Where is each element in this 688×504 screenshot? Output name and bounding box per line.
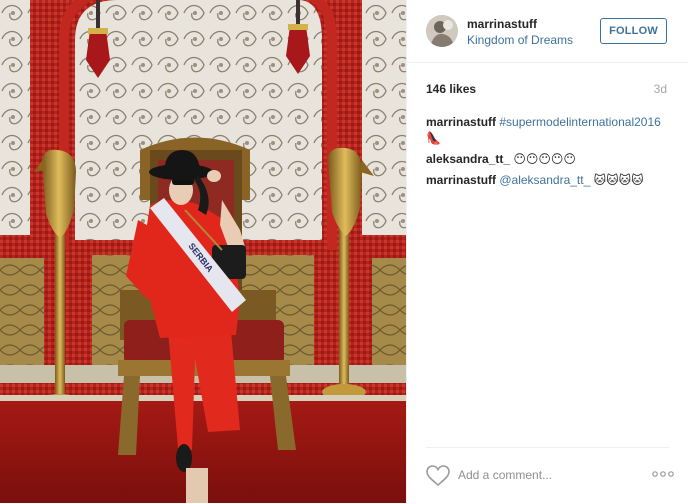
comment-hashtag[interactable]: #supermodelinternational2016	[499, 115, 660, 129]
ellipsis-icon[interactable]	[651, 467, 675, 481]
post-photo[interactable]: SERBIA	[0, 0, 406, 503]
photo-illustration: SERBIA	[0, 0, 406, 503]
comment-list: marrinastuff #supermodelinternational201…	[426, 114, 676, 193]
comment-text: 😶😶😶😶😶	[513, 152, 576, 166]
comment-text: 🐱🐱🐱🐱	[593, 173, 644, 187]
post-timestamp[interactable]: 3d	[654, 82, 667, 96]
comment-username[interactable]: marrinastuff	[426, 173, 496, 187]
comment-mention[interactable]: @aleksandra_tt_	[499, 173, 590, 187]
avatar[interactable]	[426, 15, 458, 47]
comment-username[interactable]: aleksandra_tt_	[426, 152, 510, 166]
post-location[interactable]: Kingdom of Dreams	[467, 33, 573, 47]
comment-item: aleksandra_tt_ 😶😶😶😶😶	[426, 151, 676, 167]
comment-bar	[426, 447, 674, 504]
follow-button[interactable]: FOLLOW	[600, 18, 667, 44]
post-details-panel: marrinastuff Kingdom of Dreams FOLLOW 14…	[406, 0, 688, 503]
post-username[interactable]: marrinastuff	[467, 17, 537, 31]
heart-icon[interactable]	[426, 465, 450, 487]
post-meta: 146 likes 3d	[426, 82, 667, 96]
comment-username[interactable]: marrinastuff	[426, 115, 496, 129]
likes-count[interactable]: 146 likes	[426, 82, 476, 96]
comment-item: marrinastuff @aleksandra_tt_ 🐱🐱🐱🐱	[426, 172, 676, 188]
post-header: marrinastuff Kingdom of Dreams FOLLOW	[407, 0, 688, 63]
comment-text: 👠	[426, 131, 441, 145]
comment-input[interactable]	[458, 466, 628, 484]
comment-item: marrinastuff #supermodelinternational201…	[426, 114, 676, 146]
